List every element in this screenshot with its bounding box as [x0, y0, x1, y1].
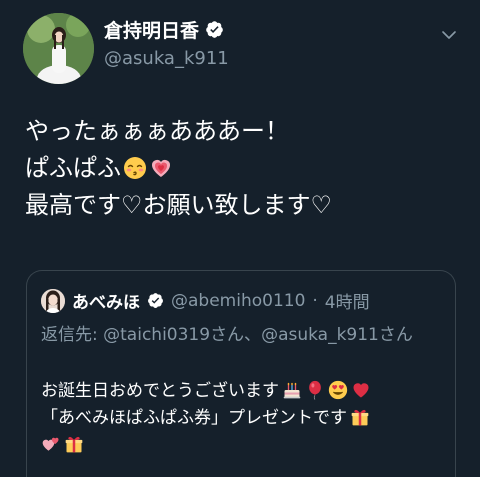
quoted-tweet-card[interactable]: あべみほ @abemiho0110 · 4時間 返信先: @taichi0319さん… — [26, 270, 456, 477]
quoted-author-handle[interactable]: @abemiho0110 — [171, 291, 305, 311]
author-name-row[interactable]: 倉持明日香 — [104, 16, 224, 43]
reply-suffix: さん — [378, 325, 413, 345]
gift-emoji-icon — [65, 436, 83, 453]
reply-between: さん、 — [210, 325, 262, 345]
growing-heart-emoji-icon — [152, 160, 170, 177]
author-avatar[interactable] — [23, 13, 94, 84]
quoted-tweet-body: お誕生日おめでとうございます 「あべみほぱふぱふ券」プレゼントです — [41, 378, 453, 459]
tweet-line-3: 最高です♡お願い致します♡ — [25, 191, 333, 219]
quoted-timestamp[interactable]: 4時間 — [325, 288, 370, 313]
author-display-name[interactable]: 倉持明日香 — [104, 16, 199, 43]
quoted-body-line-1-text: お誕生日おめでとうございます — [41, 381, 279, 401]
quoted-author-avatar[interactable] — [41, 288, 65, 313]
author-handle[interactable]: @asuka_k911 — [104, 48, 229, 69]
kissing-face-emoji-icon — [124, 157, 146, 179]
chevron-down-icon[interactable] — [440, 26, 458, 44]
verified-badge-icon — [148, 293, 163, 308]
reply-mention-taichi[interactable]: @taichi0319 — [103, 325, 210, 345]
replying-to: 返信先: @taichi0319さん、@asuka_k911さん — [41, 322, 451, 348]
tweet-line-2-text: ぱふぱふ — [25, 154, 121, 182]
birthday-cake-emoji-icon — [283, 382, 301, 399]
heart-eyes-emoji-icon — [328, 380, 348, 400]
balloon-emoji-icon — [309, 380, 321, 400]
quoted-tweet-header: あべみほ @abemiho0110 · 4時間 — [41, 288, 370, 313]
two-hearts-emoji-icon — [42, 437, 59, 451]
reply-prefix: 返信先: — [41, 325, 104, 345]
tweet-line-2: ぱふぱふ — [25, 150, 332, 187]
quoted-body-line-2-text: 「あべみほぱふぱふ券」プレゼントです — [41, 408, 347, 428]
quoted-body-line-2: 「あべみほぱふぱふ券」プレゼントです — [41, 405, 453, 432]
quoted-author-display-name[interactable]: あべみほ — [72, 288, 140, 313]
quoted-body-line-1: お誕生日おめでとうございます — [41, 378, 453, 405]
gift-emoji-icon — [351, 409, 369, 426]
reply-mention-asuka[interactable]: @asuka_k911 — [261, 325, 379, 345]
quoted-body-line-3 — [41, 432, 453, 459]
timestamp-separator: · — [312, 290, 318, 311]
tweet-line-1: やったぁぁぁあああー！ — [25, 117, 289, 145]
red-heart-emoji-icon — [353, 383, 369, 398]
tweet-text: やったぁぁぁあああー！ ぱふぱふ 最高です♡お願い致します♡ — [25, 113, 332, 224]
verified-badge-icon — [206, 21, 223, 38]
